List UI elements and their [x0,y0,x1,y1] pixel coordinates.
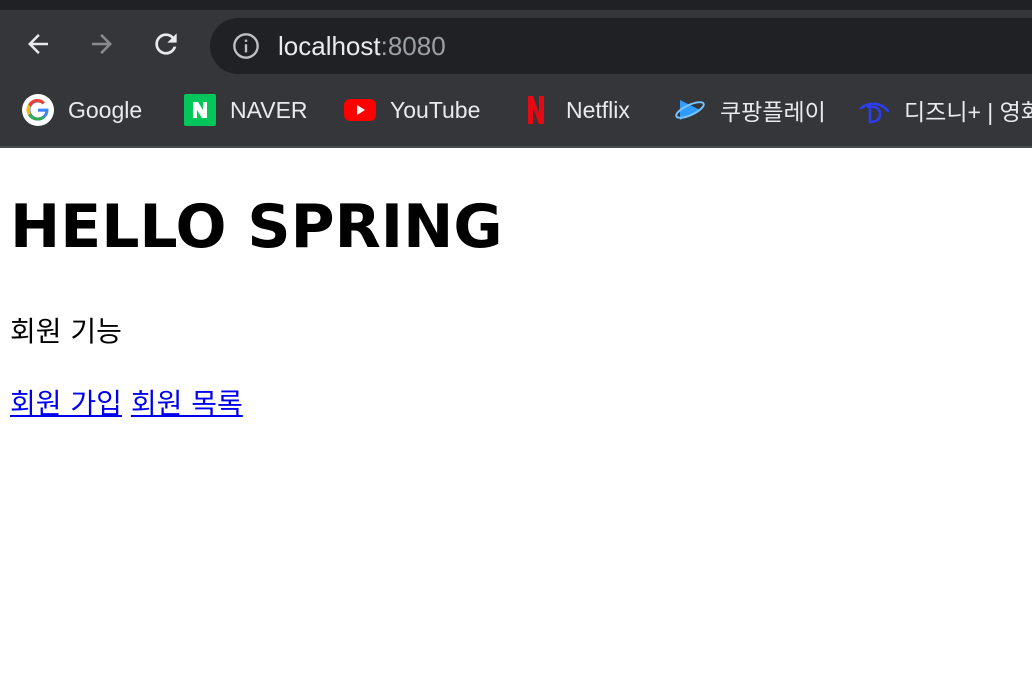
bookmark-label: 쿠팡플레이 [720,99,826,125]
url-host: localhost [278,30,381,61]
bookmark-youtube[interactable]: YouTube [344,90,480,130]
member-links: 회원 가입 회원 목록 [10,382,243,422]
bookmark-disney-plus[interactable]: 디즈니+ | 영화 [858,90,1032,130]
reload-icon [155,33,177,55]
forward-arrow-icon [92,34,112,54]
bookmark-label: 디즈니+ | 영화 [904,99,1032,125]
bookmark-coupang-play[interactable]: 쿠팡플레이 [674,90,826,130]
url-text[interactable]: localhost:8080 [278,31,446,62]
page-title: HELLO SPRING [10,192,503,262]
coupang-play-icon [674,94,706,126]
browser-chrome: localhost:8080 Google NAVER YouTube Netf… [0,0,1032,148]
disney-plus-icon [858,94,890,126]
bookmark-label: NAVER [230,96,308,123]
address-bar[interactable]: localhost:8080 [210,18,1032,74]
member-list-link[interactable]: 회원 목록 [131,387,243,420]
back-arrow-icon [28,34,48,54]
bookmarks-bar: Google NAVER YouTube Netflix 쿠팡플레이 디즈니+ … [0,86,1032,134]
section-label: 회원 기능 [10,315,122,348]
browser-toolbar: localhost:8080 [0,10,1032,80]
tab-strip [0,0,1032,10]
site-info-icon[interactable] [232,32,260,60]
google-icon [22,94,54,126]
bookmark-label: YouTube [390,96,481,123]
bookmark-naver[interactable]: NAVER [184,90,308,130]
bookmark-label: Google [68,96,143,123]
bookmark-google[interactable]: Google [22,90,142,130]
naver-icon [184,94,216,126]
url-port: :8080 [380,30,446,61]
toolbar-divider [0,146,1032,148]
back-button[interactable] [18,24,58,64]
youtube-icon [344,94,376,126]
forward-button[interactable] [82,24,122,64]
bookmark-netflix[interactable]: Netflix [520,90,630,130]
reload-button[interactable] [146,24,186,64]
signup-link[interactable]: 회원 가입 [10,387,122,420]
netflix-icon [520,94,552,126]
bookmark-label: Netflix [566,96,630,123]
